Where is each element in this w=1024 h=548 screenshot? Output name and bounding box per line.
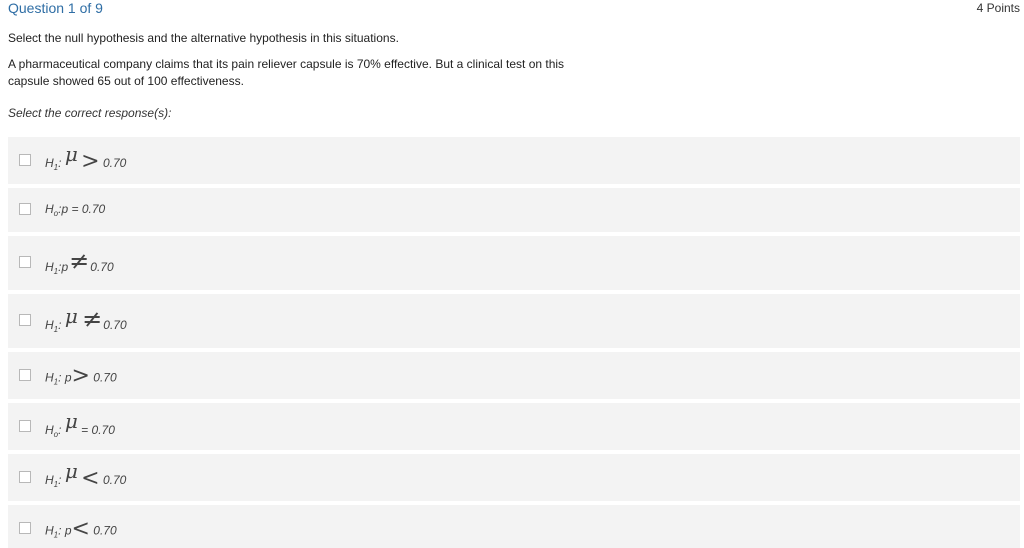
option-7-sep: : [58, 472, 62, 487]
option-1-h: H [45, 155, 54, 170]
option-2-value: 0.70 [81, 202, 106, 216]
option-8-h: H [45, 523, 54, 537]
select-label: Select the correct response(s): [8, 106, 172, 120]
option-2-op: = [71, 202, 79, 216]
option-5-sep: : [58, 370, 62, 384]
option-3-expression: H1:p≠0.70 [45, 247, 114, 277]
option-4-checkbox[interactable] [19, 314, 31, 326]
option-5-op: > [71, 363, 90, 388]
option-5-var: p [64, 370, 72, 384]
option-3-h: H [45, 260, 54, 274]
option-5-h: H [45, 370, 54, 384]
option-6-expression: Ho: μ = 0.70 [45, 409, 115, 439]
option-4-h: H [45, 318, 54, 332]
option-8-op: < [71, 516, 90, 541]
option-2-var: p [61, 202, 69, 216]
option-7-value: 0.70 [102, 472, 127, 487]
question-scenario: A pharmaceutical company claims that its… [8, 57, 565, 88]
option-2-expression: Ho:p = 0.70 [45, 202, 105, 218]
option-5-checkbox[interactable] [19, 368, 31, 381]
option-3-op: ≠ [69, 247, 90, 275]
option-6-checkbox[interactable] [19, 419, 31, 432]
option-6-value: 0.70 [91, 422, 115, 437]
option-4[interactable]: H1: μ ≠0.70 [8, 294, 1020, 348]
option-2-h: H [45, 202, 54, 216]
option-8-checkbox[interactable] [19, 521, 31, 534]
options-list: H1: μ > 0.70 Ho:p = 0.70 H1:p≠0.70 H1: μ… [8, 137, 1020, 548]
option-3-value: 0.70 [90, 260, 114, 274]
option-7-var: μ [64, 458, 78, 483]
option-1-op: > [81, 148, 100, 174]
option-8-sep: : [58, 523, 62, 537]
option-5[interactable]: H1: p> 0.70 [8, 352, 1020, 399]
option-2[interactable]: Ho:p = 0.70 [8, 188, 1020, 232]
option-7[interactable]: H1: μ < 0.70 [8, 454, 1020, 501]
option-7-op: < [81, 465, 100, 491]
option-4-value: 0.70 [103, 318, 127, 332]
option-7-expression: H1: μ < 0.70 [45, 459, 127, 491]
option-1-value: 0.70 [102, 155, 127, 170]
option-6-h: H [45, 422, 54, 437]
option-7-checkbox[interactable] [19, 470, 31, 483]
option-1-checkbox[interactable] [19, 153, 31, 166]
option-2-checkbox[interactable] [19, 203, 31, 215]
quiz-page: Question 1 of 9 4 Points Select the null… [0, 0, 1024, 548]
option-1-sep: : [58, 155, 62, 170]
option-6-var: μ [64, 408, 78, 433]
option-5-expression: H1: p> 0.70 [45, 363, 117, 388]
option-6-op: = [81, 422, 89, 437]
question-instruction: Select the null hypothesis and the alter… [8, 31, 399, 45]
option-4-var: μ [64, 304, 78, 328]
option-6-sep: : [58, 422, 62, 437]
option-1-expression: H1: μ > 0.70 [45, 142, 127, 174]
option-5-value: 0.70 [93, 370, 117, 384]
question-title: Question 1 of 9 [8, 0, 103, 16]
option-1[interactable]: H1: μ > 0.70 [8, 137, 1020, 184]
option-4-expression: H1: μ ≠0.70 [45, 304, 127, 335]
option-8-var: p [64, 523, 72, 537]
option-3[interactable]: H1:p≠0.70 [8, 236, 1020, 290]
option-4-sep: : [58, 318, 62, 332]
option-7-h: H [45, 472, 54, 487]
option-4-op: ≠ [82, 305, 103, 333]
option-6[interactable]: Ho: μ = 0.70 [8, 403, 1020, 450]
option-8-expression: H1: p< 0.70 [45, 516, 117, 541]
option-3-checkbox[interactable] [19, 256, 31, 268]
option-1-var: μ [64, 141, 78, 166]
points-label: 4 Points [976, 1, 1020, 15]
option-3-var: p [61, 260, 69, 274]
option-8[interactable]: H1: p< 0.70 [8, 505, 1020, 548]
option-8-value: 0.70 [93, 523, 117, 537]
